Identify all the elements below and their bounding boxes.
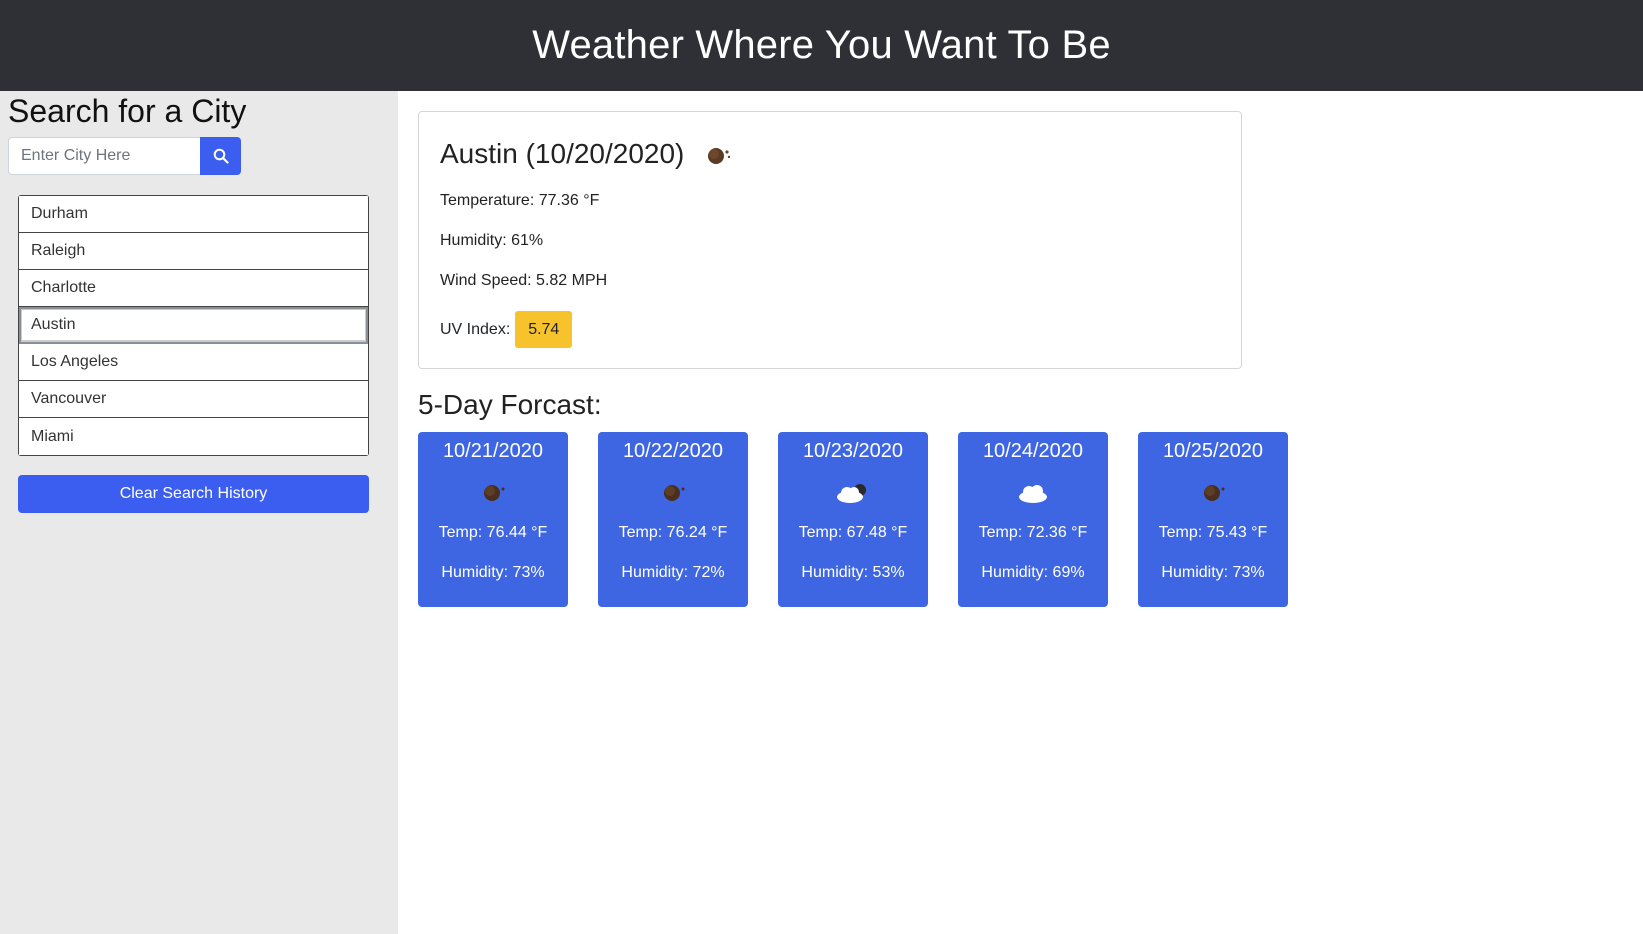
forecast-humidity: Humidity: 73% <box>1161 564 1265 581</box>
forecast-heading: 5-Day Forcast: <box>418 389 602 420</box>
forecast-date: 10/24/2020 <box>982 440 1084 462</box>
history-item-los-angeles[interactable]: Los Angeles <box>19 344 368 381</box>
history-item-raleigh[interactable]: Raleigh <box>19 233 368 270</box>
forecast-card: 10/24/2020 Temp: 72.36 °F Humidity: 69% <box>958 432 1108 607</box>
forecast-date: 10/23/2020 <box>802 440 904 462</box>
clear-night-icon <box>664 485 685 501</box>
forecast-card: 10/25/2020 Temp: 75.43 °F Humidity: 73% <box>1138 432 1288 607</box>
forecast-date: 10/21/2020 <box>442 440 544 462</box>
forecast-temp: Temp: 76.24 °F <box>618 524 728 541</box>
forecast-date: 10/22/2020 <box>622 440 724 462</box>
search-icon <box>213 148 229 164</box>
history-item-miami[interactable]: Miami <box>19 418 368 455</box>
clear-night-icon <box>1204 485 1225 501</box>
uv-index-label: UV Index: <box>440 320 511 338</box>
forecast-card: 10/21/2020 Temp: 76.44 °F Humidity: 73% <box>418 432 568 607</box>
forecast-temp: Temp: 67.48 °F <box>798 524 908 541</box>
forecast-card: 10/22/2020 Temp: 76.24 °F Humidity: 72% <box>598 432 748 607</box>
forecast-temp: Temp: 72.36 °F <box>978 524 1088 541</box>
search-button[interactable] <box>200 137 241 175</box>
history-item-charlotte[interactable]: Charlotte <box>19 270 368 307</box>
search-heading: Search for a City <box>8 93 247 129</box>
page-title: Weather Where You Want To Be <box>532 23 1111 67</box>
clear-night-icon <box>484 485 505 501</box>
city-search-input[interactable] <box>8 137 200 175</box>
search-bar <box>8 137 241 175</box>
history-item-austin[interactable]: Austin <box>19 307 368 344</box>
current-weather-card: Austin (10/20/2020) Temperature: 77.36 °… <box>418 111 1242 369</box>
history-item-durham[interactable]: Durham <box>19 196 368 233</box>
current-temperature: Temperature: 77.36 °F <box>440 192 600 209</box>
forecast-temp: Temp: 76.44 °F <box>438 524 548 541</box>
uv-index-row: UV Index: 5.74 <box>440 311 573 348</box>
clear-night-icon <box>704 142 734 166</box>
forecast-humidity: Humidity: 53% <box>801 564 905 581</box>
current-weather-title: Austin (10/20/2020) <box>440 138 734 170</box>
city-date-label: Austin (10/20/2020) <box>440 138 685 169</box>
forecast-temp: Temp: 75.43 °F <box>1158 524 1268 541</box>
forecast-humidity: Humidity: 72% <box>621 564 725 581</box>
current-wind-speed: Wind Speed: 5.82 MPH <box>440 272 608 289</box>
app-header: Weather Where You Want To Be <box>0 0 1643 91</box>
forecast-humidity: Humidity: 73% <box>441 564 545 581</box>
history-item-vancouver[interactable]: Vancouver <box>19 381 368 418</box>
forecast-humidity: Humidity: 69% <box>981 564 1085 581</box>
forecast-date: 10/25/2020 <box>1162 440 1264 462</box>
sidebar: Search for a City Durham Raleigh Charlot… <box>0 91 398 934</box>
search-history-list: Durham Raleigh Charlotte Austin Los Ange… <box>18 195 369 456</box>
clear-history-button[interactable]: Clear Search History <box>18 475 369 513</box>
uv-index-badge: 5.74 <box>515 311 573 348</box>
cloud-icon <box>1019 485 1047 503</box>
forecast-card: 10/23/2020 Temp: 67.48 °F Humidity: 53% <box>778 432 928 607</box>
partly-cloudy-night-icon <box>837 484 866 503</box>
current-humidity: Humidity: 61% <box>440 232 544 249</box>
